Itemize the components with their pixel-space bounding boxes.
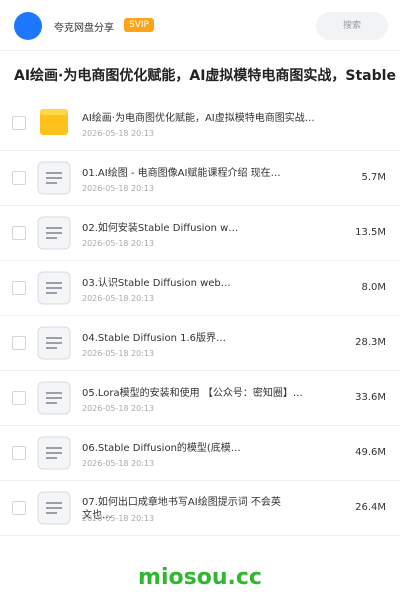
file-date: 2026-05-18 20:13 [82,239,155,248]
row-checkbox[interactable] [12,336,26,350]
file-date: 2026-05-18 20:13 [82,514,155,523]
file-date: 2026-05-18 20:13 [82,294,155,303]
document-icon [37,436,71,470]
document-icon [37,161,71,195]
search-input[interactable]: 搜索 [316,12,388,40]
file-size: 26.4M [355,502,386,513]
file-size: 5.7M [361,172,386,183]
file-date: 2026-05-18 20:13 [82,184,155,193]
file-name: 05.Lora模型的安装和使用 【公众号：密知圈】… [82,388,303,399]
file-size: 33.6M [355,392,386,403]
document-icon [37,326,71,360]
file-name: 06.Stable Diffusion的模型(底模… [82,443,241,454]
file-date: 2026-05-18 20:13 [82,349,155,358]
file-list: AI绘画·为电商图优化赋能，AI虚拟模特电商图实战… 2026-05-18 20… [0,96,400,536]
file-size: 13.5M [355,227,386,238]
brand-name: 夸克网盘分享 [54,23,114,34]
document-icon [37,271,71,305]
file-row[interactable]: 02.如何安装Stable Diffusion w… 2026-05-18 20… [0,206,400,261]
file-date: 2026-05-18 20:13 [82,459,155,468]
folder-icon [40,109,68,135]
file-name: 04.Stable Diffusion 1.6版界… [82,333,226,344]
row-checkbox[interactable] [12,446,26,460]
file-row[interactable]: 07.如何出口成章地书写AI绘图提示词 不会英文也… 2026-05-18 20… [0,481,400,536]
document-icon [37,381,71,415]
document-icon [37,216,71,250]
file-date: 2026-05-18 20:13 [82,404,155,413]
row-checkbox[interactable] [12,501,26,515]
watermark: miosou.cc [138,565,262,590]
row-checkbox[interactable] [12,391,26,405]
file-name: AI绘画·为电商图优化赋能，AI虚拟模特电商图实战… [82,113,315,124]
file-row[interactable]: 03.认识Stable Diffusion web… 2026-05-18 20… [0,261,400,316]
file-size: 28.3M [355,337,386,348]
document-icon [37,491,71,525]
file-row[interactable]: 06.Stable Diffusion的模型(底模… 2026-05-18 20… [0,426,400,481]
page-title: AI绘画·为电商图优化赋能，AI虚拟模特电商图实战，Stable [14,68,396,84]
file-row[interactable]: 04.Stable Diffusion 1.6版界… 2026-05-18 20… [0,316,400,371]
row-checkbox[interactable] [12,226,26,240]
row-checkbox[interactable] [12,116,26,130]
file-size: 49.6M [355,447,386,458]
file-name: 02.如何安装Stable Diffusion w… [82,223,239,234]
file-row[interactable]: AI绘画·为电商图优化赋能，AI虚拟模特电商图实战… 2026-05-18 20… [0,96,400,151]
svip-badge: SVIP [124,18,154,32]
file-row[interactable]: 05.Lora模型的安装和使用 【公众号：密知圈】… 2026-05-18 20… [0,371,400,426]
file-name: 03.认识Stable Diffusion web… [82,278,231,289]
file-name: 01.AI绘图 - 电商图像AI赋能课程介绍 现在… [82,168,281,179]
row-checkbox[interactable] [12,281,26,295]
file-date: 2026-05-18 20:13 [82,129,155,138]
file-size: 8.0M [361,282,386,293]
avatar[interactable] [14,12,42,40]
row-checkbox[interactable] [12,171,26,185]
file-row[interactable]: 01.AI绘图 - 电商图像AI赋能课程介绍 现在… 2026-05-18 20… [0,151,400,206]
app-header: 夸克网盘分享 SVIP 搜索 [0,0,400,51]
